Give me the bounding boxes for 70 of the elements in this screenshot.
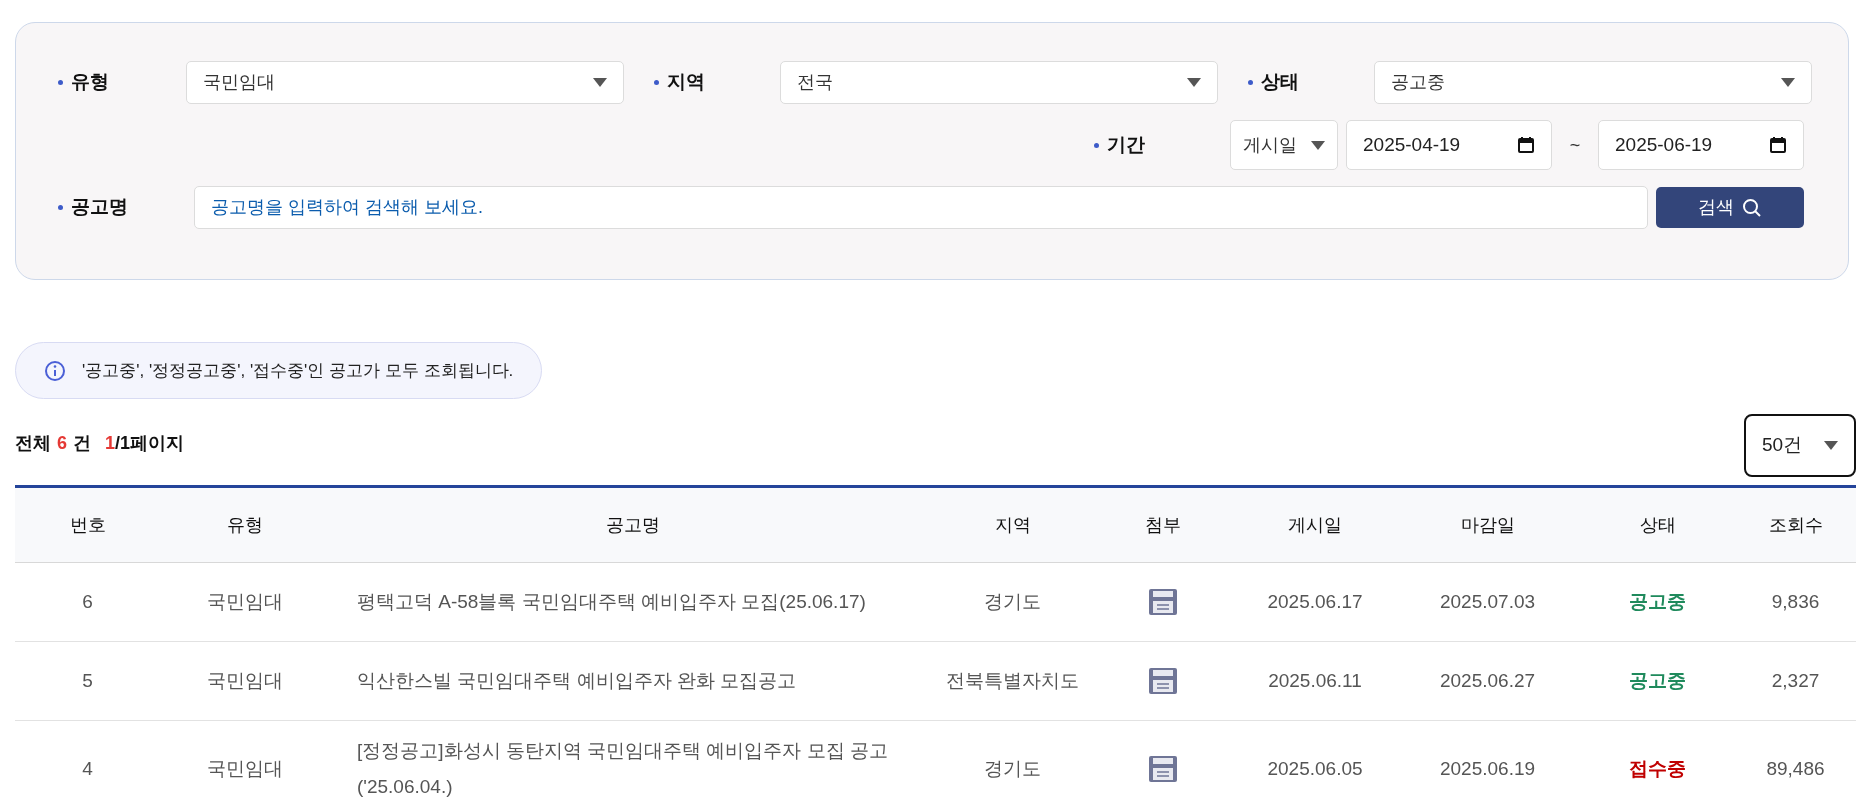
status-label: 접수중 [1629, 757, 1686, 779]
range-separator: ~ [1568, 133, 1582, 157]
table-cell: 2025.07.03 [1439, 590, 1536, 612]
dropdown[interactable]: 국민임대 [186, 61, 624, 104]
column-header: 조회수 [1768, 514, 1823, 535]
table-cell: 2025.06.19 [1439, 757, 1536, 779]
caret-icon [1311, 140, 1325, 150]
table-cell: 국민임대 [207, 669, 283, 691]
count-unit: 건 [73, 432, 91, 455]
table-cell: 89,486 [1766, 757, 1825, 779]
column-header: 상태 [1639, 514, 1676, 535]
bullet-icon [1094, 142, 1099, 148]
table-cell: 5 [82, 669, 93, 691]
column-header: 공고명 [605, 514, 660, 535]
table-cell: 2025.06.17 [1267, 590, 1363, 612]
bullet-icon [654, 80, 659, 85]
dropdown[interactable]: 전국 [780, 61, 1218, 104]
column-header: 지역 [994, 514, 1031, 535]
table-cell: 9,836 [1771, 590, 1820, 612]
bullet-icon [1248, 80, 1253, 85]
total-label: 전체 [15, 432, 51, 455]
table-cell: 4 [82, 757, 93, 779]
page-indicator: 1/1페이지 [105, 432, 185, 455]
caret-icon [1824, 441, 1838, 450]
table-cell: 2025.06.11 [1268, 669, 1362, 691]
page-size-dropdown[interactable]: 50건 [1744, 414, 1856, 477]
table-cell: 국민임대 [207, 590, 283, 612]
status-label: 공고중 [1629, 669, 1686, 691]
column-header: 마감일 [1460, 514, 1515, 535]
table-cell: 경기도 [984, 757, 1041, 779]
notice-title-link[interactable]: 평택고덕 A-58블록 국민임대주택 예비입주자 모집(25.06.17) [357, 584, 919, 620]
caret-icon [593, 78, 607, 87]
filter-label: 공고명 [71, 195, 128, 220]
date-field[interactable]: 2025-06-19 [1598, 120, 1804, 170]
table-cell: 2025.06.05 [1267, 757, 1363, 779]
table-cell: 전북특별자치도 [946, 669, 1079, 691]
table-cell: 2,327 [1771, 669, 1820, 691]
table-cell: 2025.06.27 [1439, 669, 1536, 691]
notice-title-link[interactable]: 익산한스빌 국민임대주택 예비입주자 완화 모집공고 [357, 663, 919, 699]
column-header: 게시일 [1288, 514, 1342, 535]
caret-icon [1781, 78, 1795, 87]
table-cell: 국민임대 [207, 757, 283, 779]
dropdown[interactable]: 공고중 [1374, 61, 1812, 104]
search-icon [1742, 197, 1762, 218]
filter-label: 지역 [667, 70, 705, 95]
table-cell: 6 [82, 590, 93, 612]
date-field[interactable]: 2025-04-19 [1346, 120, 1552, 170]
status-label: 공고중 [1629, 590, 1686, 612]
filter-label: 상태 [1261, 70, 1299, 95]
column-header: 유형 [227, 514, 263, 535]
info-icon [44, 359, 66, 382]
total-count: 6 [57, 432, 67, 455]
document-icon[interactable] [1148, 756, 1177, 782]
search-field[interactable]: 공고명을 입력하여 검색해 보세요. [194, 186, 1648, 229]
calendar-icon [1769, 136, 1787, 154]
search-button[interactable]: 검색 [1656, 187, 1804, 228]
bullet-icon [58, 205, 63, 210]
document-icon[interactable] [1148, 668, 1177, 694]
table-cell: 경기도 [984, 590, 1041, 612]
bullet-icon [58, 80, 63, 85]
date-basis-dropdown[interactable]: 게시일 [1230, 120, 1338, 170]
notice-title-link[interactable]: [정정공고]화성시 동탄지역 국민임대주택 예비입주자 모집 공고 ('25.06.04.) [357, 733, 919, 798]
column-header: 번호 [69, 514, 106, 535]
calendar-icon [1517, 136, 1535, 154]
caret-icon [1187, 78, 1201, 87]
filter-label: 기간 [1107, 132, 1145, 157]
notice-text: '공고중', '정정공고중', '접수중'인 공고가 모두 조회됩니다. [82, 359, 514, 382]
column-header: 첨부 [1144, 514, 1181, 535]
document-icon[interactable] [1148, 589, 1177, 615]
filter-label: 유형 [71, 70, 109, 95]
